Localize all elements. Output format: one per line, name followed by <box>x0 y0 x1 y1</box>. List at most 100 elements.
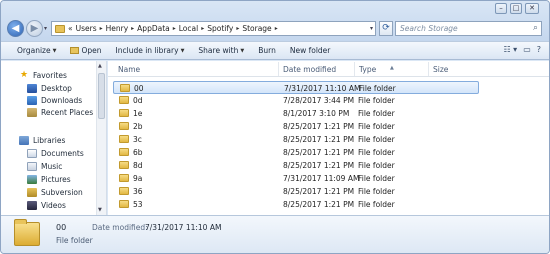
chevron-right-icon[interactable]: ▸ <box>236 25 239 32</box>
include-in-library-button[interactable]: Include in library ▼ <box>116 46 185 55</box>
file-row[interactable]: 00 7/31/2017 11:10 AM File folder <box>113 81 479 94</box>
file-row[interactable]: 36 8/25/2017 1:21 PM File folder <box>113 185 479 198</box>
sort-indicator-icon: ▲ <box>390 65 394 71</box>
file-name: 0d <box>133 96 143 105</box>
command-bar: Organize ▼ Open Include in library ▼ Share… <box>1 41 549 60</box>
chevron-right-icon[interactable]: ▸ <box>100 25 103 32</box>
chevron-right-icon[interactable]: ▸ <box>173 25 176 32</box>
window-controls: – □ ✕ <box>495 3 539 14</box>
chevron-right-icon[interactable]: ▸ <box>275 25 278 32</box>
view-options-icon[interactable]: ☷ ▾ <box>503 45 517 54</box>
refresh-button[interactable]: ⟳ <box>379 21 393 36</box>
file-name: 9a <box>133 174 143 183</box>
share-label: Share with <box>198 46 239 55</box>
file-date-modified: 8/25/2017 1:21 PM <box>283 148 355 157</box>
breadcrumb-storage[interactable]: Storage <box>242 24 271 33</box>
breadcrumb-users[interactable]: Users <box>76 24 97 33</box>
downloads-icon <box>27 96 37 105</box>
folder-icon <box>119 122 129 130</box>
column-date-modified[interactable]: Date modified <box>283 65 336 74</box>
column-divider[interactable] <box>278 62 279 76</box>
organize-button[interactable]: Organize ▼ <box>17 46 56 55</box>
file-row[interactable]: 2b 8/25/2017 1:21 PM File folder <box>113 120 479 133</box>
breadcrumb-appdata[interactable]: AppData <box>137 24 170 33</box>
nav-music[interactable]: Music <box>27 162 62 171</box>
file-name: 1e <box>133 109 143 118</box>
help-icon[interactable]: ? <box>537 45 541 54</box>
column-divider[interactable] <box>354 62 355 76</box>
maximize-button[interactable]: □ <box>510 3 522 14</box>
back-button[interactable]: ◀ <box>7 20 24 37</box>
nav-documents[interactable]: Documents <box>27 149 84 158</box>
file-name: 6b <box>133 148 143 157</box>
breadcrumb-henry[interactable]: Henry <box>106 24 129 33</box>
breadcrumb-spotify[interactable]: Spotify <box>207 24 233 33</box>
file-type: File folder <box>358 148 395 157</box>
address-bar[interactable]: « Users ▸ Henry ▸ AppData ▸ Local ▸ Spotify ▸… <box>51 21 376 36</box>
column-headers: Name Date modified Type ▲ Size <box>108 61 549 77</box>
file-date-modified: 8/25/2017 1:21 PM <box>283 200 355 209</box>
search-input[interactable]: Search Storage ⌕ <box>395 21 542 36</box>
new-folder-button[interactable]: New folder <box>290 46 331 55</box>
burn-button[interactable]: Burn <box>258 46 276 55</box>
nav-pictures[interactable]: Pictures <box>27 175 71 184</box>
file-row[interactable]: 0d 7/28/2017 3:44 PM File folder <box>113 94 479 107</box>
file-name: 00 <box>134 84 144 93</box>
search-placeholder: Search Storage <box>400 24 458 33</box>
file-row[interactable]: 8d 8/25/2017 1:21 PM File folder <box>113 159 479 172</box>
open-button[interactable]: Open <box>70 46 102 55</box>
share-with-button[interactable]: Share with ▼ <box>198 46 244 55</box>
nav-videos[interactable]: Videos <box>27 201 66 210</box>
nav-subversion[interactable]: Subversion <box>27 188 83 197</box>
search-icon[interactable]: ⌕ <box>533 23 538 33</box>
nav-libraries[interactable]: Libraries <box>19 136 65 145</box>
title-bar: – □ ✕ ◀ ▶ ▾ « Users ▸ Henry ▸ AppData ▸ Loc… <box>1 1 549 41</box>
minimize-button[interactable]: – <box>495 3 507 14</box>
scroll-thumb[interactable] <box>98 73 105 119</box>
recent-pages-dropdown-icon[interactable]: ▾ <box>44 25 47 32</box>
nav-downloads[interactable]: Downloads <box>27 96 82 105</box>
column-size[interactable]: Size <box>433 65 448 74</box>
column-name[interactable]: Name <box>118 65 140 74</box>
file-row[interactable]: 9a 7/31/2017 11:09 AM File folder <box>113 172 479 185</box>
file-row[interactable]: 6b 8/25/2017 1:21 PM File folder <box>113 146 479 159</box>
forward-button[interactable]: ▶ <box>26 20 43 37</box>
folder-icon <box>119 135 129 143</box>
column-divider[interactable] <box>428 62 429 76</box>
file-date-modified: 7/31/2017 11:09 AM <box>283 174 360 183</box>
nav-recent-places[interactable]: Recent Places <box>27 108 93 117</box>
file-name: 36 <box>133 187 143 196</box>
folder-icon <box>119 148 129 156</box>
chevron-down-icon: ▼ <box>180 47 185 54</box>
chevron-down-icon: ▼ <box>240 47 245 54</box>
address-dropdown-icon[interactable]: ▾ <box>370 25 373 32</box>
nav-label: Pictures <box>41 175 71 184</box>
chevron-right-icon[interactable]: ▸ <box>201 25 204 32</box>
scroll-down-icon[interactable]: ▼ <box>98 207 102 213</box>
details-name: 00 <box>56 223 67 232</box>
file-type: File folder <box>358 109 395 118</box>
file-row[interactable]: 1e 8/1/2017 3:10 PM File folder <box>113 107 479 120</box>
nav-label: Libraries <box>33 136 66 145</box>
file-type: File folder <box>358 200 395 209</box>
file-date-modified: 8/1/2017 3:10 PM <box>283 109 350 118</box>
breadcrumb-local[interactable]: Local <box>179 24 198 33</box>
preview-pane-icon[interactable]: ▭ <box>523 45 531 54</box>
file-row[interactable]: 53 8/25/2017 1:21 PM File folder <box>113 198 479 211</box>
scroll-up-icon[interactable]: ▲ <box>98 63 102 69</box>
folder-open-icon <box>70 47 80 54</box>
details-type: File folder <box>56 236 93 245</box>
file-date-modified: 8/25/2017 1:21 PM <box>283 122 355 131</box>
nav-scrollbar[interactable]: ▲ ▼ <box>96 61 106 215</box>
videos-icon <box>27 201 37 210</box>
file-name: 2b <box>133 122 143 131</box>
address-overflow[interactable]: « <box>68 24 73 33</box>
file-date-modified: 7/31/2017 11:10 AM <box>284 84 361 93</box>
column-type[interactable]: Type <box>359 65 376 74</box>
file-row[interactable]: 3c 8/25/2017 1:21 PM File folder <box>113 133 479 146</box>
chevron-right-icon[interactable]: ▸ <box>131 25 134 32</box>
nav-desktop[interactable]: Desktop <box>27 84 72 93</box>
nav-favorites[interactable]: ★ Favorites <box>19 70 67 80</box>
nav-label: Recent Places <box>41 108 94 117</box>
close-button[interactable]: ✕ <box>525 3 539 14</box>
